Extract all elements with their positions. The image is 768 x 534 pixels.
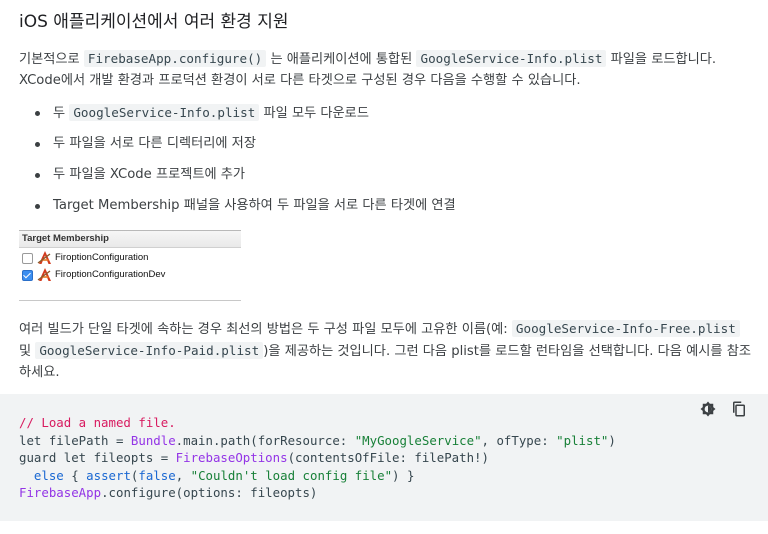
para-text: 여러 빌드가 단일 타겟에 속하는 경우 최선의 방법은 두 구성 파일 모두에… [19,322,512,337]
code-token: { [63,467,87,483]
code-token: Bundle [130,432,176,448]
xcode-app-icon [37,268,51,281]
code-token: .configure(options: fileopts) [101,485,318,500]
para-text: 및 [19,344,36,359]
target-label: FiroptionConfiguration [55,252,149,263]
copy-icon[interactable] [730,400,748,418]
section-heading: iOS 애플리케이션에서 여러 환경 지원 [19,12,289,32]
checkbox-unchecked [22,253,33,264]
bullet-icon [35,173,40,178]
code-token: "Couldn't load config file" [190,467,393,483]
bullet-icon [35,142,40,147]
list-item: 두 GoogleService-Info.plist 파일 모두 다운로드 [19,100,456,131]
code-token: assert [86,467,131,483]
inline-code: GoogleService-Info-Free.plist [511,320,740,337]
xcode-app-icon [37,251,51,264]
code-token: FirebaseApp [19,485,102,500]
code-token: , ofType: [481,432,557,448]
code-token: let filePath = [19,432,131,448]
code-token: FirebaseOptions [175,450,288,465]
inline-code: FirebaseApp.configure() [83,50,267,67]
target-row: FiroptionConfiguration [19,249,241,266]
code-token: ) } [392,467,415,483]
target-membership-screenshot: Target Membership FiroptionConfiguration… [19,230,241,301]
inline-code: GoogleService-Info.plist [416,50,607,67]
list-item: 두 파일을 서로 다른 디렉터리에 저장 [19,131,456,162]
bullet-icon [35,111,40,116]
code-block: // Load a named file. let filePath = Bun… [0,394,768,521]
list-item: 두 파일을 XCode 프로젝트에 추가 [19,162,456,193]
build-paragraph: 여러 빌드가 단일 타겟에 속하는 경우 최선의 방법은 두 구성 파일 모두에… [19,318,754,383]
code-token: false [138,467,176,483]
panel-header: Target Membership [19,231,241,248]
list-item-text: 두 파일을 XCode 프로젝트에 추가 [53,167,246,182]
code-token: .main.path(forResource: [175,432,355,448]
list-item: Target Membership 패널을 사용하여 두 파일을 서로 다른 타… [19,193,456,224]
inline-code: GoogleService-Info.plist [69,104,260,121]
list-item-text: Target Membership 패널을 사용하여 두 파일을 서로 다른 타… [53,198,456,213]
intro-paragraph: 기본적으로 FirebaseApp.configure() 는 애플리케이션에 … [19,48,754,91]
code-toolbar [691,400,748,422]
list-item-text: 두 파일을 서로 다른 디렉터리에 저장 [53,136,256,151]
code-token: ) [608,432,616,448]
code-comment: // Load a named file. [19,415,176,430]
list-item-text: 두 [53,106,70,121]
target-row: FiroptionConfigurationDev [19,266,241,283]
code-token: , [175,467,191,483]
inline-code: GoogleService-Info-Paid.plist [35,342,264,359]
code-token: "plist" [556,432,609,448]
bullet-icon [35,204,40,209]
checkbox-checked [22,270,33,281]
code-token: guard let fileopts = [19,450,176,465]
intro-text: 기본적으로 [19,52,84,67]
steps-list: 두 GoogleService-Info.plist 파일 모두 다운로드 두 … [19,100,456,224]
intro-text: 는 애플리케이션에 통합된 [266,52,417,67]
code-token: (contentsOfFile: filePath!) [287,450,489,465]
dark-theme-icon[interactable] [699,400,717,418]
code-content: // Load a named file. let filePath = Bun… [19,414,616,502]
list-item-text: 파일 모두 다운로드 [259,106,369,121]
code-token: else [33,467,64,483]
code-token: "MyGoogleService" [354,432,482,448]
target-label: FiroptionConfigurationDev [55,269,166,280]
